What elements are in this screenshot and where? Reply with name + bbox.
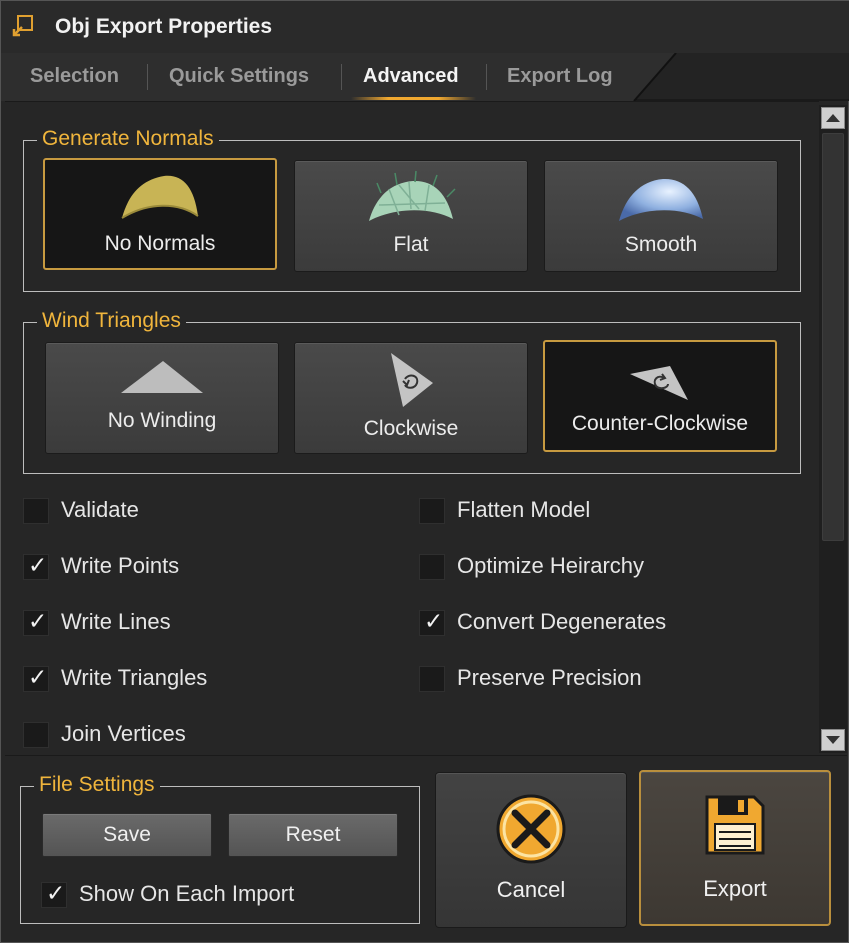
validate-label: Validate	[61, 497, 139, 522]
reset-button[interactable]: Reset	[228, 813, 398, 857]
check-icon: ✓	[28, 665, 48, 691]
convert-degenerates-checkbox-box[interactable]: ✓	[419, 609, 445, 636]
export-label: Export	[703, 876, 767, 901]
check-icon: ✓	[28, 609, 48, 635]
show-on-import-checkbox-box[interactable]: ✓	[41, 881, 67, 908]
scroll-thumb[interactable]	[822, 133, 844, 541]
convert-degenerates-label: Convert Degenerates	[457, 609, 667, 634]
flat-normals-label: Flat	[393, 233, 429, 256]
tab-separator	[147, 64, 148, 90]
tab-advanced[interactable]: Advanced	[363, 65, 459, 88]
save-button[interactable]: Save	[42, 813, 212, 857]
arrow-up-icon	[826, 114, 840, 122]
counter-clockwise-label: Counter-Clockwise	[571, 412, 749, 435]
export-properties-window: Obj Export Properties Selection Quick Se…	[0, 0, 849, 943]
preserve-precision-checkbox-box[interactable]	[419, 666, 445, 692]
optimize-heirarchy-label: Optimize Heirarchy	[457, 553, 645, 578]
convert-degenerates-checkbox[interactable]: ✓ Convert Degenerates	[419, 609, 799, 639]
no-normals-icon	[121, 175, 199, 219]
optimize-heirarchy-checkbox-box[interactable]	[419, 554, 445, 580]
write-lines-label: Write Lines	[61, 609, 171, 634]
flat-normals-button[interactable]: Flat	[294, 160, 528, 272]
check-icon: ✓	[424, 609, 444, 635]
write-triangles-checkbox[interactable]: ✓ Write Triangles	[23, 665, 363, 695]
wind-triangles-group: Wind Triangles No Winding Clockwise Coun…	[23, 309, 801, 474]
validate-checkbox-box[interactable]	[23, 498, 49, 524]
tab-bar: Selection Quick Settings Advanced Export…	[1, 53, 849, 101]
active-tab-indicator	[351, 97, 476, 100]
tab-selection[interactable]: Selection	[30, 65, 119, 88]
window-title: Obj Export Properties	[55, 15, 273, 38]
file-settings-legend: File Settings	[34, 773, 160, 797]
join-vertices-checkbox[interactable]: Join Vertices	[23, 721, 363, 751]
vertical-scrollbar[interactable]	[819, 105, 847, 753]
flatten-model-label: Flatten Model	[457, 497, 591, 522]
no-normals-button[interactable]: No Normals	[43, 158, 277, 270]
title-bar[interactable]: Obj Export Properties	[1, 1, 849, 53]
flat-normals-icon	[369, 170, 456, 221]
join-vertices-label: Join Vertices	[61, 721, 186, 746]
cancel-label: Cancel	[496, 877, 566, 902]
no-winding-button[interactable]: No Winding	[45, 342, 279, 454]
no-winding-icon	[121, 361, 203, 393]
tab-separator	[486, 64, 487, 90]
show-on-import-checkbox[interactable]: ✓ Show On Each Import	[41, 881, 381, 911]
floppy-disk-icon	[705, 795, 765, 855]
smooth-normals-button[interactable]: Smooth	[544, 160, 778, 272]
cancel-button[interactable]: Cancel	[435, 772, 627, 928]
bottom-panel: File Settings Save Reset ✓ Show On Each …	[5, 755, 847, 941]
scroll-down-button[interactable]	[821, 729, 845, 751]
counter-clockwise-icon	[630, 366, 688, 400]
write-points-label: Write Points	[61, 553, 180, 578]
tab-export-log[interactable]: Export Log	[507, 65, 613, 88]
show-on-import-label: Show On Each Import	[79, 881, 295, 906]
validate-checkbox[interactable]: Validate	[23, 497, 363, 527]
smooth-normals-icon	[619, 178, 703, 221]
clockwise-button[interactable]: Clockwise	[294, 342, 528, 454]
no-winding-label: No Winding	[107, 409, 217, 432]
arrow-down-icon	[826, 736, 840, 744]
join-vertices-checkbox-box[interactable]	[23, 722, 49, 748]
clockwise-icon	[391, 353, 433, 407]
generate-normals-group: Generate Normals No Normals Flat Smooth	[23, 127, 801, 292]
smooth-normals-label: Smooth	[624, 233, 698, 256]
generate-normals-legend: Generate Normals	[37, 127, 219, 151]
optimize-heirarchy-checkbox[interactable]: Optimize Heirarchy	[419, 553, 799, 583]
write-lines-checkbox-box[interactable]: ✓	[23, 609, 49, 636]
app-icon	[12, 15, 33, 37]
no-normals-label: No Normals	[104, 232, 216, 255]
preserve-precision-checkbox[interactable]: Preserve Precision	[419, 665, 799, 695]
advanced-settings-panel: Generate Normals No Normals Flat Smooth …	[5, 101, 819, 755]
check-icon: ✓	[46, 881, 66, 907]
check-icon: ✓	[28, 553, 48, 579]
tab-separator	[341, 64, 342, 90]
flatten-model-checkbox[interactable]: Flatten Model	[419, 497, 799, 527]
write-points-checkbox-box[interactable]: ✓	[23, 553, 49, 580]
write-points-checkbox[interactable]: ✓ Write Points	[23, 553, 363, 583]
scroll-up-button[interactable]	[821, 107, 845, 129]
export-button[interactable]: Export	[639, 770, 831, 926]
cancel-icon	[496, 794, 566, 864]
flatten-model-checkbox-box[interactable]	[419, 498, 445, 524]
clockwise-label: Clockwise	[363, 417, 459, 440]
file-settings-group: File Settings Save Reset ✓ Show On Each …	[20, 773, 420, 924]
tab-quick-settings[interactable]: Quick Settings	[169, 65, 309, 88]
wind-triangles-legend: Wind Triangles	[37, 309, 186, 333]
write-lines-checkbox[interactable]: ✓ Write Lines	[23, 609, 363, 639]
write-triangles-checkbox-box[interactable]: ✓	[23, 665, 49, 692]
write-triangles-label: Write Triangles	[61, 665, 208, 690]
preserve-precision-label: Preserve Precision	[457, 665, 642, 690]
counter-clockwise-button[interactable]: Counter-Clockwise	[543, 340, 777, 452]
